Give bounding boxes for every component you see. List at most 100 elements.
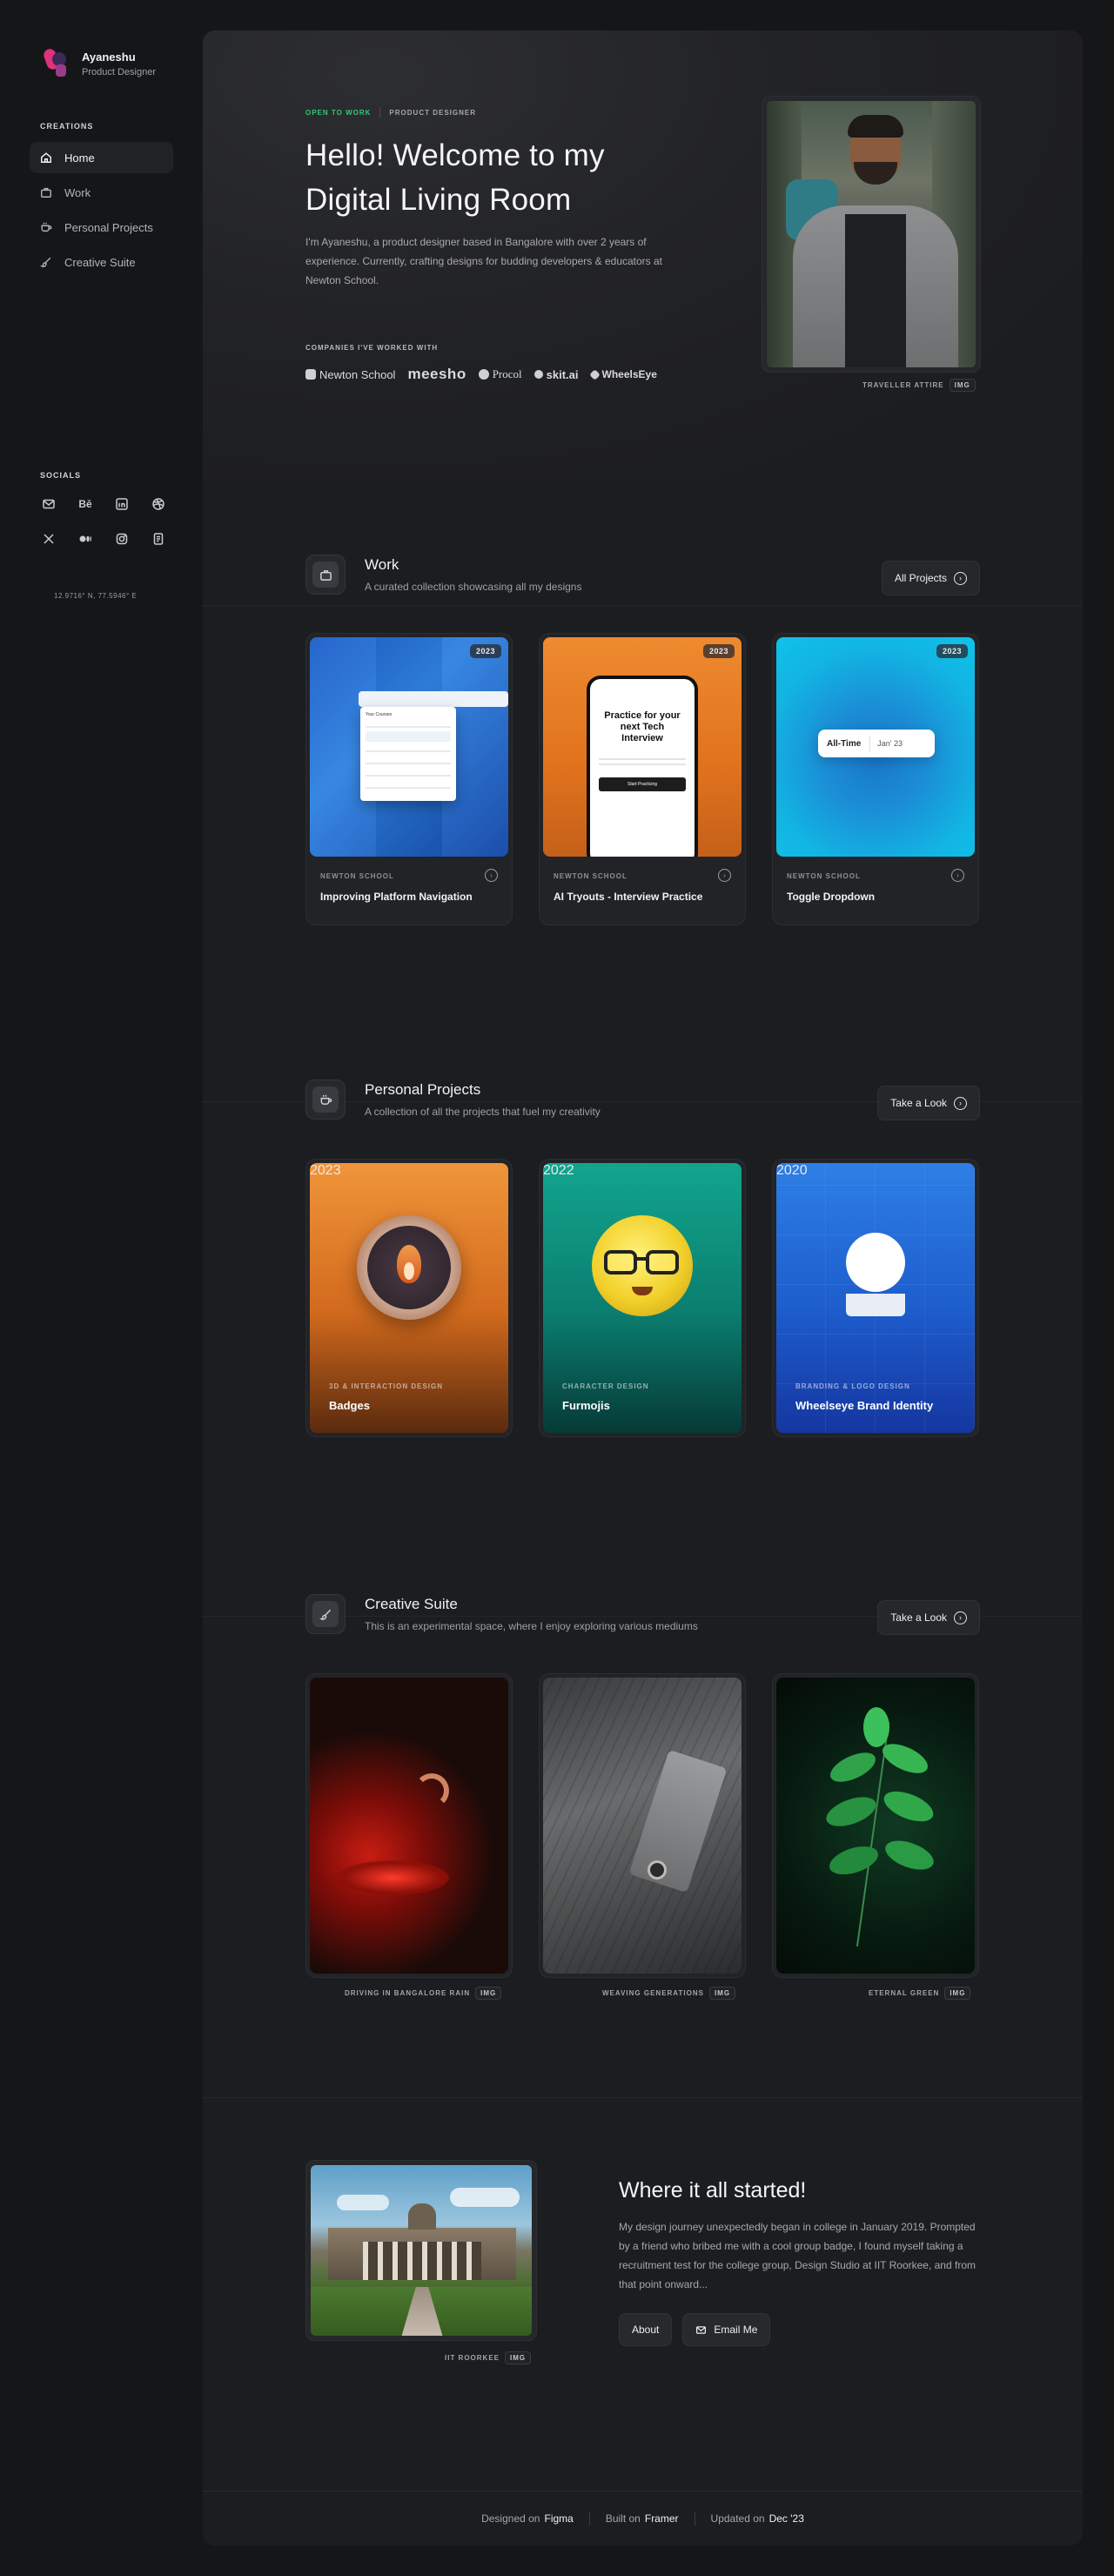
mock-interview-button: Start Practicing xyxy=(599,777,686,791)
newton-school-logo: Newton School xyxy=(305,368,395,381)
x-twitter-icon[interactable] xyxy=(40,530,57,548)
creations-heading: CREATIONS xyxy=(40,122,94,131)
year-badge: 2023 xyxy=(310,1163,341,1178)
instagram-icon[interactable] xyxy=(113,530,131,548)
card-title: Badges xyxy=(329,1399,370,1412)
personal-card-furmojis[interactable]: 2022 CHARACTER DESIGN Furmojis xyxy=(539,1159,746,1437)
work-card-navigation[interactable]: Your Courses 2023 NEWTON SCHOOL Improvin… xyxy=(305,633,513,925)
socials-heading: SOCIALS xyxy=(40,471,82,480)
briefcase-icon xyxy=(40,186,52,198)
arrow-right-icon: › xyxy=(485,869,498,882)
creative-card-eternal-green[interactable] xyxy=(772,1673,979,1978)
hero-intro: I'm Ayaneshu, a product designer based i… xyxy=(305,236,663,286)
mock-interview-text: Practice for your next Tech Interview xyxy=(604,710,681,743)
dribbble-icon[interactable] xyxy=(150,495,167,513)
personal-subtitle: A collection of all the projects that fu… xyxy=(365,1106,601,1118)
arrow-right-icon: › xyxy=(718,869,731,882)
personal-card-wheelseye[interactable]: 2020 BRANDING & LOGO DESIGN Wheelseye Br… xyxy=(772,1159,979,1437)
work-card-image: All-Time Jan' 23 2023 xyxy=(776,637,975,857)
arrow-right-icon: › xyxy=(954,1611,967,1624)
sidebar-nav: Home Work Personal Projects Creative Sui… xyxy=(30,142,173,281)
work-card-image: Practice for your next Tech Interview St… xyxy=(543,637,742,857)
brush-icon xyxy=(40,256,52,268)
work-card-toggle-dropdown[interactable]: All-Time Jan' 23 2023 NEWTON SCHOOL Togg… xyxy=(772,633,979,925)
figma-link[interactable]: Figma xyxy=(544,2512,573,2525)
sidebar-item-label: Creative Suite xyxy=(64,255,136,269)
linkedin-icon[interactable] xyxy=(113,495,131,513)
email-me-button[interactable]: Email Me xyxy=(682,2313,771,2346)
creative-card-image xyxy=(543,1678,742,1974)
creative-section-header: Creative Suite This is an experimental s… xyxy=(305,1594,698,1634)
arrow-right-icon: › xyxy=(954,571,967,585)
about-button[interactable]: About xyxy=(619,2313,673,2346)
medium-icon[interactable] xyxy=(77,530,94,548)
button-label: Take a Look xyxy=(890,1097,947,1109)
avatar xyxy=(40,45,73,78)
section-divider xyxy=(203,605,1083,606)
sidebar-item-personal-projects[interactable]: Personal Projects xyxy=(30,212,173,243)
companies-heading: COMPANIES I'VE WORKED WITH xyxy=(305,344,439,352)
mail-icon[interactable] xyxy=(40,495,57,513)
profile-role: Product Designer xyxy=(82,67,156,77)
behance-icon[interactable]: Bē xyxy=(77,495,94,513)
sidebar-item-work[interactable]: Work xyxy=(30,177,173,208)
year-badge: 2023 xyxy=(469,644,501,658)
main-content: OPEN TO WORK PRODUCT DESIGNER Hello! Wel… xyxy=(203,30,1083,2546)
creative-card-weaving[interactable] xyxy=(539,1673,746,1978)
skit-ai-logo: skit.ai xyxy=(534,368,579,381)
wheelseye-logo: WheelsEye xyxy=(588,368,657,380)
img-badge: IMG xyxy=(505,2351,532,2364)
card-category: 3D & INTERACTION DESIGN xyxy=(329,1382,444,1390)
creative-subtitle: This is an experimental space, where I e… xyxy=(365,1620,698,1632)
sidebar-item-creative-suite[interactable]: Creative Suite xyxy=(30,246,173,278)
home-icon xyxy=(40,151,52,164)
sidebar-item-home[interactable]: Home xyxy=(30,142,173,173)
sidebar-item-label: Work xyxy=(64,185,91,199)
creative-caption-weaving: WEAVING GENERATIONS IMG xyxy=(602,1987,736,2000)
portrait-frame xyxy=(762,96,981,373)
company-logos: Newton School meesho Procol skit.ai Whee… xyxy=(305,366,669,383)
personal-card-badges[interactable]: 2023 3D & INTERACTION DESIGN Badges xyxy=(305,1159,513,1437)
creative-section-icon xyxy=(305,1594,346,1634)
profile-name: Ayaneshu xyxy=(82,50,136,64)
all-projects-button[interactable]: All Projects › xyxy=(881,561,980,595)
creative-card-rain[interactable] xyxy=(305,1673,513,1978)
story-photo xyxy=(305,2160,537,2341)
year-badge: 2023 xyxy=(936,644,968,658)
button-label: Email Me xyxy=(714,2324,758,2336)
personal-title: Personal Projects xyxy=(365,1081,481,1098)
work-card-ai-tryouts[interactable]: Practice for your next Tech Interview St… xyxy=(539,633,746,925)
card-company: NEWTON SCHOOL xyxy=(320,872,394,880)
meesho-logo: meesho xyxy=(407,366,466,382)
personal-take-a-look-button[interactable]: Take a Look › xyxy=(877,1086,980,1120)
portrait-caption: TRAVELLER ATTIRE IMG xyxy=(862,379,976,392)
card-title: AI Tryouts - Interview Practice xyxy=(554,891,703,903)
document-icon[interactable] xyxy=(150,530,167,548)
year-badge: 2022 xyxy=(543,1163,574,1178)
portrait-photo xyxy=(767,101,976,367)
coffee-cup-icon xyxy=(320,1094,332,1105)
profile[interactable]: Ayaneshu Product Designer xyxy=(40,45,156,78)
story-content: Where it all started! My design journey … xyxy=(619,2178,984,2346)
personal-card-image: 2023 3D & INTERACTION DESIGN Badges xyxy=(310,1163,508,1433)
card-company: NEWTON SCHOOL xyxy=(787,872,861,880)
iit-roorkee-photo xyxy=(311,2165,532,2336)
arrow-right-icon: › xyxy=(954,1096,967,1110)
work-subtitle: A curated collection showcasing all my d… xyxy=(365,581,582,593)
work-section-header: Work A curated collection showcasing all… xyxy=(305,555,581,595)
framer-link[interactable]: Framer xyxy=(645,2512,679,2525)
creative-caption-rain: DRIVING IN BANGALORE RAIN IMG xyxy=(345,1987,502,2000)
page-title: Hello! Welcome to my Digital Living Room xyxy=(305,133,688,222)
card-category: BRANDING & LOGO DESIGN xyxy=(795,1382,910,1390)
title-line-2: Digital Living Room xyxy=(305,183,572,217)
footer: Designed on Figma Built on Framer Updated … xyxy=(203,2491,1083,2546)
card-category: CHARACTER DESIGN xyxy=(562,1382,649,1390)
section-divider xyxy=(203,2097,1083,2098)
card-company: NEWTON SCHOOL xyxy=(554,872,627,880)
creative-take-a-look-button[interactable]: Take a Look › xyxy=(877,1600,980,1635)
img-badge: IMG xyxy=(944,1987,971,2000)
divider xyxy=(379,107,381,118)
year-badge: 2023 xyxy=(702,644,735,658)
card-title: Toggle Dropdown xyxy=(787,891,876,903)
story-caption: IIT ROORKEE IMG xyxy=(445,2351,532,2364)
